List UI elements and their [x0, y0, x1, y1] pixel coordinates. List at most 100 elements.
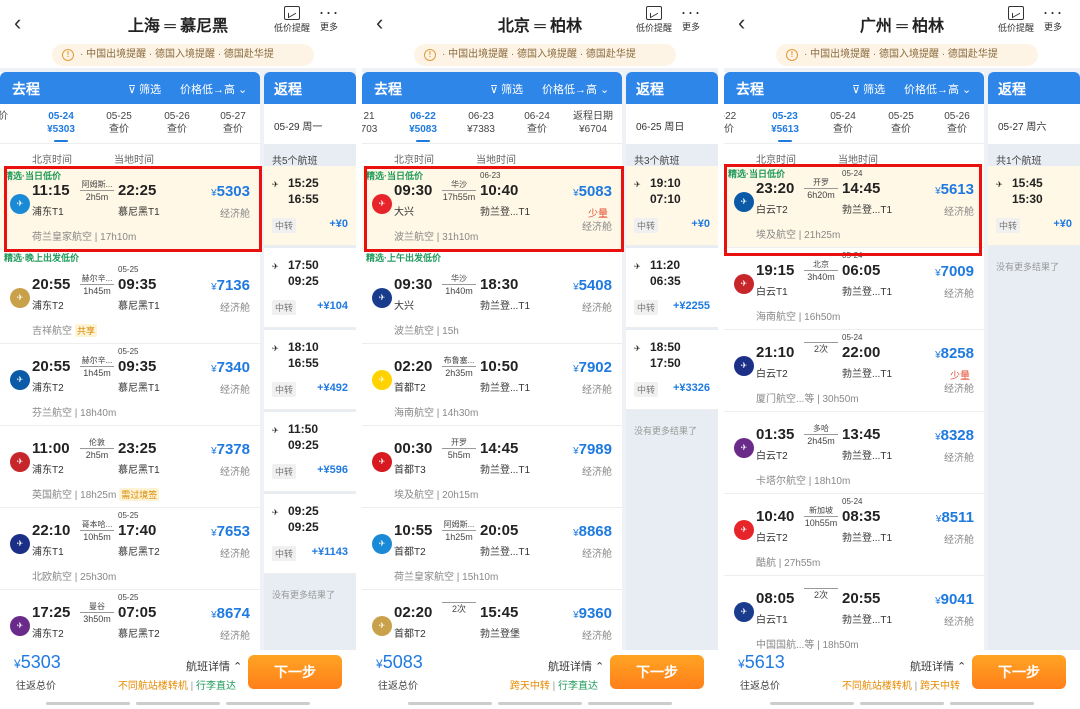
sort-button[interactable]: 价格低→高 ⌄	[904, 81, 971, 97]
back-arrow-icon[interactable]: ‹	[738, 10, 745, 36]
airline-logo-icon: ✈	[272, 426, 279, 435]
route-line	[442, 448, 476, 449]
airline-logo-icon: ✈	[734, 274, 754, 294]
departure-airport: 白云T1	[756, 615, 788, 626]
flight-price: ¥8258	[935, 345, 974, 362]
flight-card[interactable]: ✈ 09:30 大兴 华沙 1h40m 18:30 勃兰登...T1 ¥5408 经济舱 波兰航空…	[362, 262, 622, 344]
next-button[interactable]: 下一步	[972, 655, 1066, 689]
airline-info: 中国国航...等 | 18h50m	[756, 640, 859, 650]
transfer-city: 华沙	[451, 274, 467, 283]
travel-notice[interactable]: ! · 中国出境提醒 · 德国入境提醒 · 德国赴华提	[776, 44, 1038, 66]
return-arrival-time: 09:25	[288, 438, 319, 452]
price-alert-button[interactable]: 低价提醒	[634, 6, 674, 34]
departure-airport: 白云T2	[756, 369, 788, 380]
flight-card[interactable]: ✈ 02:20 首都T2 布鲁塞... 2h35m 10:50 勃兰登...T1 ¥7902 经…	[362, 344, 622, 426]
return-date-option[interactable]: 返程日期 ¥6704	[564, 110, 622, 136]
date-option[interactable]: 05-27 查价	[204, 110, 260, 136]
cabin-class: 经济舱	[944, 535, 974, 546]
flight-card[interactable]: ✈ 19:15 白云T1 北京 3h40m 05-24 06:05 勃兰登...T1 ¥7009…	[724, 248, 984, 330]
info-icon: !	[424, 49, 436, 61]
return-flight-card[interactable]: ✈ 11:20 06:35 中转 +¥2255	[626, 248, 718, 328]
date-option[interactable]: -22价	[724, 110, 758, 136]
flight-card[interactable]: ✈ 08:05 白云T1 2次 20:55 勃兰登...T1 ¥9041 经济舱 中国国航...…	[724, 576, 984, 650]
arrival-time: 22:00	[842, 344, 881, 361]
price-alert-button[interactable]: 低价提醒	[272, 6, 312, 34]
route-line	[804, 516, 838, 517]
more-button[interactable]: ··· 更多	[314, 3, 344, 33]
flight-price: ¥8328	[935, 427, 974, 444]
filter-button[interactable]: ⊽ 筛选	[490, 81, 523, 97]
date-option[interactable]: 05-26 查价	[148, 110, 206, 136]
flight-card[interactable]: ✈ 10:55 首都T2 阿姆斯... 1h25m 20:05 勃兰登...T1 ¥8868 经…	[362, 508, 622, 590]
return-list: 返程 05-29 周一 共5个航班 ✈ 15:25 16:55 中转 +¥0 ✈ 17:50…	[264, 72, 356, 650]
flight-card[interactable]: ✈ 11:00 浦东T2 伦敦 2h5m 23:25 慕尼黑T1 ¥7378 经济舱 英国航空 |…	[0, 426, 260, 508]
notice-badge: 共享	[75, 324, 98, 337]
price-difference: +¥492	[317, 382, 348, 394]
back-arrow-icon[interactable]: ‹	[14, 10, 21, 36]
back-arrow-icon[interactable]: ‹	[376, 10, 383, 36]
arrival-time: 10:50	[480, 358, 519, 375]
transfer-info: 北京 3h40m	[802, 260, 840, 282]
flight-detail-button[interactable]: 航班详情 ⌃	[548, 658, 604, 674]
flight-price: ¥8868	[573, 523, 612, 540]
travel-notice[interactable]: ! · 中国出境提醒 · 德国入境提醒 · 德国赴华提	[414, 44, 676, 66]
return-flight-card[interactable]: ✈ 15:25 16:55 中转 +¥0	[264, 166, 356, 246]
filter-button[interactable]: ⊽ 筛选	[128, 81, 161, 97]
date-option[interactable]: 05-25 查价	[872, 110, 930, 136]
flight-price: ¥7378	[211, 441, 250, 458]
flight-card[interactable]: ✈ 01:35 白云T2 多哈 2h45m 13:45 勃兰登...T1 ¥8328 经济舱 卡塔…	[724, 412, 984, 494]
cabin-class: 经济舱	[582, 549, 612, 560]
flight-card[interactable]: ✈02:20首都T22次15:45勃兰登堡¥9360经济舱海南航空...等 | …	[362, 590, 622, 650]
transfer-info: 华沙 1h40m	[440, 274, 478, 296]
flight-detail-button[interactable]: 航班详情 ⌃	[910, 658, 966, 674]
flight-card[interactable]: ✈ 17:25 浦东T2 曼谷 3h50m 05-25 07:05 慕尼黑T2 ¥8674 经济舱…	[0, 590, 260, 650]
return-flight-card[interactable]: ✈ 18:10 16:55 中转 +¥492	[264, 330, 356, 410]
total-price: ¥5613	[738, 652, 785, 672]
return-flight-card[interactable]: ✈ 17:50 09:25 中转 +¥104	[264, 248, 356, 328]
flight-card[interactable]: ✈ 21:10 白云T2 2次 05-24 22:00 勃兰登...T1 ¥8258 少量 经济舱…	[724, 330, 984, 412]
date-option[interactable]: 06-23 ¥7383	[452, 110, 510, 136]
return-date[interactable]: 05-29 周一	[264, 104, 356, 144]
arrival-airport: 勃兰登堡	[480, 629, 520, 640]
date-option[interactable]: 21 703	[362, 110, 398, 136]
filter-button[interactable]: ⊽ 筛选	[852, 81, 885, 97]
next-button[interactable]: 下一步	[248, 655, 342, 689]
return-date[interactable]: 05-27 周六	[988, 104, 1080, 144]
date-option-selected[interactable]: 05-24 ¥5303	[32, 110, 90, 142]
next-button[interactable]: 下一步	[610, 655, 704, 689]
return-flight-card[interactable]: ✈ 15:45 15:30 中转 +¥0	[988, 166, 1080, 246]
flight-card[interactable]: ✈ 00:30 首都T3 开罗 5h5m 14:45 勃兰登...T1 ¥7989 经济舱 埃及航…	[362, 426, 622, 508]
flight-card[interactable]: ✈ 20:55 浦东T2 赫尔辛... 1h45m 05-25 09:35 慕尼黑T1 ¥713…	[0, 262, 260, 344]
transfer-info: 赫尔辛... 1h45m	[78, 274, 116, 296]
sort-button[interactable]: 价格低→高 ⌄	[180, 81, 247, 97]
travel-notice[interactable]: ! · 中国出境提醒 · 德国入境提醒 · 德国赴华提	[52, 44, 314, 66]
date-option[interactable]: 05-24 查价	[814, 110, 872, 136]
more-button[interactable]: ··· 更多	[676, 3, 706, 33]
route-line	[442, 602, 476, 603]
return-flight-card[interactable]: ✈ 19:10 07:10 中转 +¥0	[626, 166, 718, 246]
date-option-selected[interactable]: 05-23 ¥5613	[756, 110, 814, 142]
date-option[interactable]: 05-26 查价	[928, 110, 984, 136]
return-flight-card[interactable]: ✈ 18:50 17:50 中转 +¥3326	[626, 330, 718, 410]
flight-card[interactable]: ✈ 20:55 浦东T2 赫尔辛... 1h45m 05-25 09:35 慕尼黑T1 ¥734…	[0, 344, 260, 426]
return-flight-card[interactable]: ✈ 11:50 09:25 中转 +¥596	[264, 412, 356, 492]
return-flight-card[interactable]: ✈ 09:25 09:25 中转 +¥1143	[264, 494, 356, 574]
date-option[interactable]: 05-25 查价	[90, 110, 148, 136]
airline-logo-icon: ✈	[634, 262, 641, 271]
sort-button[interactable]: 价格低→高 ⌄	[542, 81, 609, 97]
flight-detail-button[interactable]: 航班详情 ⌃	[186, 658, 242, 674]
more-button[interactable]: ··· 更多	[1038, 3, 1068, 33]
date-option[interactable]: 价	[0, 110, 32, 123]
route-line	[804, 270, 838, 271]
airline-logo-icon: ✈	[372, 288, 392, 308]
transfer-info: 阿姆斯... 1h25m	[440, 520, 478, 542]
transfer-city: 赫尔辛...	[81, 356, 113, 365]
flight-card[interactable]: ✈ 10:40 白云T2 新加坡 10h55m 05-24 08:35 勃兰登...T1 ¥85…	[724, 494, 984, 576]
return-arrival-time: 15:30	[1012, 192, 1043, 206]
currency-symbol: ¥	[211, 528, 217, 539]
return-date[interactable]: 06-25 周日	[626, 104, 718, 144]
date-option[interactable]: 06-24 查价	[508, 110, 566, 136]
price-alert-button[interactable]: 低价提醒	[996, 6, 1036, 34]
date-option-selected[interactable]: 06-22 ¥5083	[394, 110, 452, 142]
flight-card[interactable]: ✈ 22:10 浦东T1 哥本哈... 10h5m 05-25 17:40 慕尼黑T2 ¥765…	[0, 508, 260, 590]
